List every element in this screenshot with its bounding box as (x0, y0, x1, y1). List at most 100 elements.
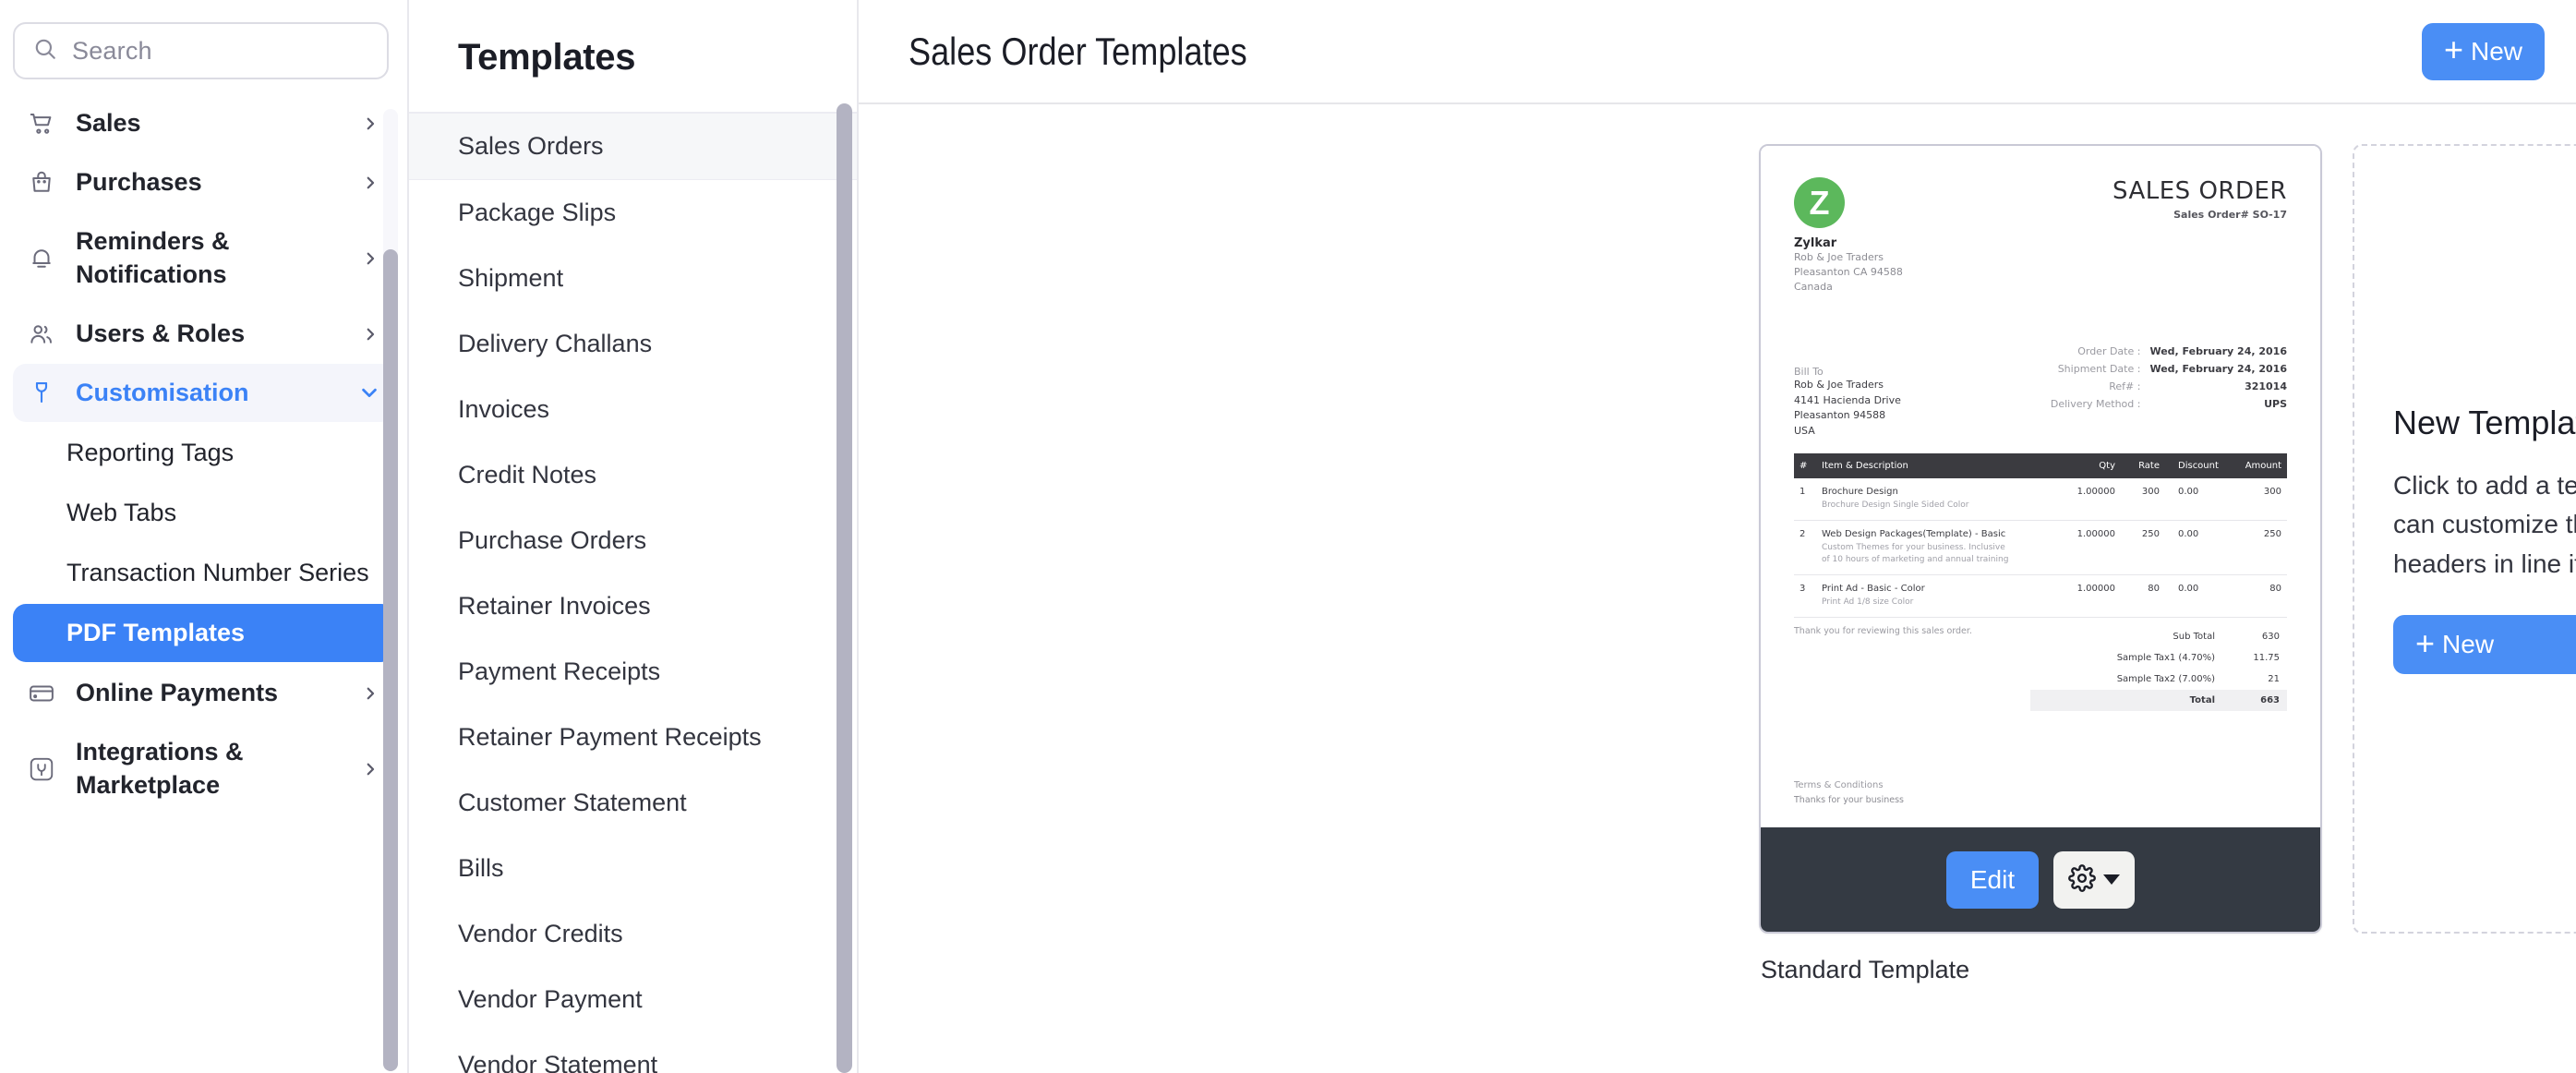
sidebar-subitem-web-tabs[interactable]: Web Tabs (13, 484, 394, 542)
template-list-item-sales-orders[interactable]: Sales Orders (409, 113, 857, 180)
new-template-description: Click to add a template from our gallery… (2393, 470, 2576, 578)
sidebar-item-reminders-notifications[interactable]: Reminders & Notifications (13, 212, 394, 305)
sidebar-item-users-roles[interactable]: Users & Roles (13, 305, 394, 364)
template-list-item-shipment[interactable]: Shipment (409, 246, 857, 311)
new-template-button[interactable]: + New (2393, 615, 2576, 675)
sidebar-item-label: Users & Roles (76, 319, 246, 347)
chevron-down-icon (359, 382, 379, 403)
template-list-item-credit-notes[interactable]: Credit Notes (409, 442, 857, 508)
template-list-item-vendor-payment[interactable]: Vendor Payment (409, 967, 857, 1032)
templates-scrollbar-thumb[interactable] (837, 103, 852, 1073)
sidebar-scrollbar-thumb[interactable] (383, 249, 398, 1071)
template-list-item-retainer-invoices[interactable]: Retainer Invoices (409, 573, 857, 639)
row-item-description: Brochure Design Single Sided Color (1822, 500, 1969, 510)
row-rate: 80 (2121, 574, 2165, 619)
new-button-label: New (2470, 36, 2522, 66)
meta-key: Delivery Method : (2050, 397, 2141, 410)
template-list-item-invoices[interactable]: Invoices (409, 377, 857, 442)
template-preview-document: Z Zylkar Rob & Joe Traders Pleasanton CA… (1761, 146, 2320, 827)
template-list-item-vendor-credits[interactable]: Vendor Credits (409, 901, 857, 967)
meta-row: Delivery Method : UPS (2051, 395, 2287, 413)
meta-row: Ref# : 321014 (2051, 378, 2287, 395)
template-card-caption: Standard Template (1761, 956, 1970, 983)
template-list-item-payment-receipts[interactable]: Payment Receipts (409, 639, 857, 705)
grand-total-value: 663 (2222, 690, 2287, 711)
search-input[interactable]: Search (13, 22, 389, 79)
row-amount: 250 (2230, 520, 2287, 575)
company-logo: Z (1794, 177, 1845, 228)
row-item-cell: Brochure Design Brochure Design Single S… (1816, 477, 2065, 521)
line-item-row: 3 Print Ad - Basic - Color Print Ad 1/8 … (1794, 574, 2287, 619)
search-placeholder: Search (72, 36, 152, 65)
row-number: 2 (1794, 520, 1816, 575)
card-icon (26, 678, 57, 709)
chevron-right-icon (361, 761, 379, 778)
meta-key: Ref# : (2109, 380, 2141, 392)
bill-to-line: USA (1794, 424, 1815, 437)
sidebar-subitem-reporting-tags[interactable]: Reporting Tags (13, 424, 394, 482)
new-template-heading: New Template (2393, 403, 2576, 441)
line-items-table: # Item & Description Qty Rate Discount A… (1794, 452, 2287, 619)
total-row: Sample Tax2 (7.00%) 21 (2030, 669, 2287, 690)
template-list-item-retainer-payment-receipts[interactable]: Retainer Payment Receipts (409, 705, 857, 770)
sidebar-scrollbar[interactable] (383, 109, 398, 1071)
template-card-frame[interactable]: Z Zylkar Rob & Joe Traders Pleasanton CA… (1759, 144, 2322, 934)
thanks-note: Thank you for reviewing this sales order… (1794, 626, 1972, 636)
terms-body: Thanks for your business (1794, 795, 1905, 805)
row-discount: 0.00 (2165, 477, 2230, 521)
template-list-item-bills[interactable]: Bills (409, 836, 857, 901)
templates-gallery: Z Zylkar Rob & Joe Traders Pleasanton CA… (859, 104, 2576, 984)
line-item-row: 2 Web Design Packages(Template) - Basic … (1794, 520, 2287, 575)
plus-icon: + (2443, 30, 2463, 68)
grand-total-row: Total 663 (2030, 690, 2287, 711)
sidebar-subitem-pdf-templates[interactable]: PDF Templates (13, 604, 394, 663)
column-header-qty: Qty (2065, 452, 2121, 478)
sidebar-item-purchases[interactable]: Purchases (13, 153, 394, 212)
grand-total-key: Total (2030, 690, 2222, 711)
total-value: 11.75 (2253, 653, 2280, 663)
row-rate: 250 (2121, 520, 2165, 575)
template-list-item-delivery-challans[interactable]: Delivery Challans (409, 311, 857, 377)
org-address-line: Rob & Joe Traders (1794, 251, 1884, 263)
sidebar-subitem-transaction-number-series[interactable]: Transaction Number Series (13, 544, 394, 602)
terms-title: Terms & Conditions (1794, 780, 1884, 790)
chevron-right-icon (361, 175, 379, 191)
template-list-item-customer-statement[interactable]: Customer Statement (409, 770, 857, 836)
row-item-cell: Print Ad - Basic - Color Print Ad 1/8 si… (1816, 574, 2065, 619)
template-list-item-vendor-statement[interactable]: Vendor Statement (409, 1032, 857, 1073)
template-options-button[interactable] (2053, 850, 2136, 909)
sidebar-item-label: Integrations & Marketplace (76, 738, 244, 800)
org-name: Zylkar (1794, 236, 1837, 250)
sidebar-item-customisation[interactable]: Customisation (13, 363, 394, 423)
new-template-header-button[interactable]: + New (2421, 22, 2545, 80)
sidebar-item-label: Customisation (76, 378, 249, 406)
sidebar-item-online-payments[interactable]: Online Payments (13, 664, 394, 723)
column-header-discount: Discount (2165, 452, 2230, 478)
users-icon (26, 319, 57, 350)
row-item-description: Print Ad 1/8 size Color (1822, 597, 1914, 607)
sidebar-item-integrations-marketplace[interactable]: Integrations & Marketplace (13, 723, 394, 815)
edit-button[interactable]: Edit (1945, 850, 2040, 909)
document-org-block: Z Zylkar Rob & Joe Traders Pleasanton CA… (1794, 177, 1903, 295)
sidebar-item-label: Sales (76, 109, 141, 137)
new-template-card[interactable]: New Template Click to add a template fro… (2353, 144, 2576, 934)
org-address-line: Canada (1794, 280, 1833, 293)
bill-to-block: Bill To Rob & Joe Traders 4141 Hacienda … (1794, 366, 1901, 439)
bill-to-line: 4141 Hacienda Drive (1794, 393, 1901, 406)
row-item-name: Brochure Design (1822, 486, 1898, 497)
row-discount: 0.00 (2165, 574, 2230, 619)
sidebar-item-sales[interactable]: Sales (13, 94, 394, 153)
row-item-name: Print Ad - Basic - Color (1822, 583, 1925, 594)
page-title: Sales Order Templates (909, 29, 1247, 73)
template-list-item-package-slips[interactable]: Package Slips (409, 180, 857, 246)
template-list-item-purchase-orders[interactable]: Purchase Orders (409, 508, 857, 573)
sidebar-search-wrapper: Search (0, 0, 407, 89)
app-root: Search Sales Purchases Reminders & Notif… (0, 0, 2576, 1073)
customisation-icon (26, 377, 57, 408)
meta-value: UPS (2264, 397, 2287, 410)
row-qty: 1.00000 (2065, 520, 2121, 575)
meta-key: Shipment Date : (2057, 362, 2141, 375)
totals-section: Thank you for reviewing this sales order… (1794, 626, 2287, 711)
sidebar-item-label: Reminders & Notifications (76, 226, 230, 288)
bill-to-line: Pleasanton 94588 (1794, 409, 1886, 421)
